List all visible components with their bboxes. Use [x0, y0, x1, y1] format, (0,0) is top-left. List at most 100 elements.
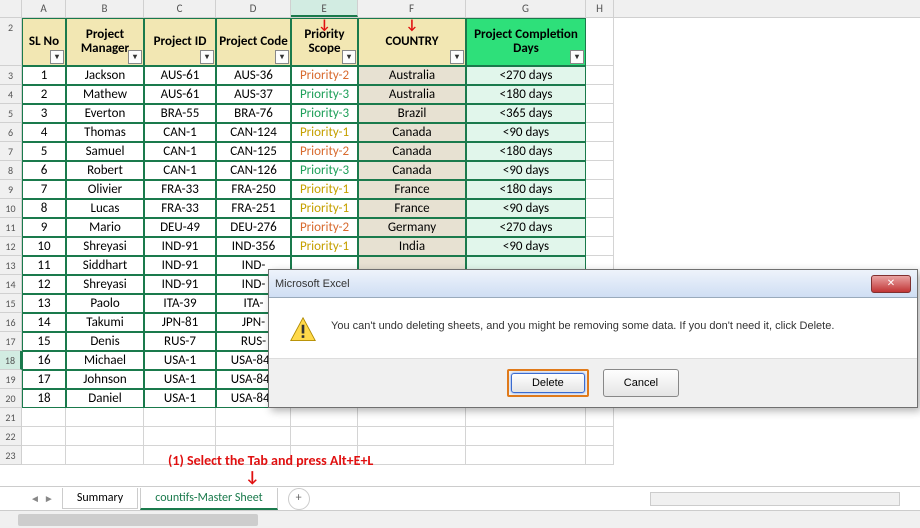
filter-button[interactable]: ▾ [450, 50, 464, 64]
row-header[interactable]: 14 [0, 275, 22, 294]
cell[interactable]: Shreyasi [66, 275, 144, 294]
cell[interactable] [22, 427, 66, 446]
row-header[interactable]: 8 [0, 161, 22, 180]
table-header-C[interactable]: Project ID▾ [144, 18, 216, 66]
cell[interactable]: Priority-2 [291, 218, 358, 237]
cell[interactable]: <180 days [466, 85, 586, 104]
cell[interactable]: Olivier [66, 180, 144, 199]
cell[interactable]: Priority-1 [291, 180, 358, 199]
cell[interactable] [586, 142, 614, 161]
cell[interactable]: Priority-3 [291, 161, 358, 180]
select-all-corner[interactable] [0, 0, 22, 17]
cell[interactable] [144, 427, 216, 446]
cell[interactable]: Daniel [66, 389, 144, 408]
filter-button[interactable]: ▾ [342, 50, 356, 64]
row-header[interactable]: 21 [0, 408, 22, 427]
col-header-A[interactable]: A [22, 0, 66, 17]
cell[interactable] [586, 85, 614, 104]
cell[interactable] [586, 180, 614, 199]
row-header[interactable]: 18 [0, 351, 22, 370]
cell[interactable]: Canada [358, 161, 466, 180]
cell[interactable]: USA-1 [144, 370, 216, 389]
cell[interactable]: Robert [66, 161, 144, 180]
cell[interactable]: Jackson [66, 66, 144, 85]
col-header-H[interactable]: H [586, 0, 614, 17]
scrollbar-thumb[interactable] [18, 514, 258, 526]
cell[interactable] [466, 427, 586, 446]
cell[interactable]: Thomas [66, 123, 144, 142]
row-header[interactable]: 15 [0, 294, 22, 313]
cell[interactable]: Priority-2 [291, 142, 358, 161]
filter-button[interactable]: ▾ [570, 50, 584, 64]
cell[interactable]: Priority-1 [291, 237, 358, 256]
cell[interactable]: IND-356 [216, 237, 291, 256]
cell[interactable]: 15 [22, 332, 66, 351]
cell[interactable] [66, 408, 144, 427]
cell[interactable] [586, 123, 614, 142]
sheet-tab-countifs-master[interactable]: countifs-Master Sheet [140, 488, 277, 510]
table-header-G[interactable]: Project Completion Days▾ [466, 18, 586, 66]
cell[interactable]: Mathew [66, 85, 144, 104]
row-header[interactable]: 2 [0, 18, 22, 66]
cell[interactable]: <180 days [466, 180, 586, 199]
cell[interactable] [291, 408, 358, 427]
cell[interactable]: <270 days [466, 66, 586, 85]
horizontal-scrollbar[interactable] [0, 510, 920, 528]
cell[interactable]: 18 [22, 389, 66, 408]
cell[interactable]: Denis [66, 332, 144, 351]
cell[interactable]: ITA-39 [144, 294, 216, 313]
cell[interactable] [66, 427, 144, 446]
cell[interactable]: FRA-33 [144, 199, 216, 218]
table-header-D[interactable]: Project Code▾ [216, 18, 291, 66]
cell[interactable]: IND-91 [144, 275, 216, 294]
cell[interactable]: Paolo [66, 294, 144, 313]
cell[interactable]: FRA-250 [216, 180, 291, 199]
col-header-B[interactable]: B [66, 0, 144, 17]
row-header[interactable]: 11 [0, 218, 22, 237]
cell[interactable]: <90 days [466, 123, 586, 142]
row-header[interactable]: 12 [0, 237, 22, 256]
cell[interactable]: Everton [66, 104, 144, 123]
cell[interactable]: Mario [66, 218, 144, 237]
cell[interactable] [358, 427, 466, 446]
cell[interactable]: CAN-125 [216, 142, 291, 161]
cell[interactable]: 11 [22, 256, 66, 275]
cell[interactable]: RUS-7 [144, 332, 216, 351]
cell[interactable] [358, 446, 466, 465]
cell[interactable]: 12 [22, 275, 66, 294]
cell[interactable]: 10 [22, 237, 66, 256]
col-header-F[interactable]: F [358, 0, 466, 17]
cell[interactable] [144, 408, 216, 427]
cell[interactable]: Siddhart [66, 256, 144, 275]
col-header-C[interactable]: C [144, 0, 216, 17]
cell[interactable]: Priority-3 [291, 104, 358, 123]
cell[interactable]: 14 [22, 313, 66, 332]
cell[interactable]: Shreyasi [66, 237, 144, 256]
filter-button[interactable]: ▾ [128, 50, 142, 64]
cell[interactable]: BRA-76 [216, 104, 291, 123]
row-header[interactable]: 4 [0, 85, 22, 104]
cell[interactable] [586, 161, 614, 180]
table-header-E[interactable]: Priority Scope▾↓ [291, 18, 358, 66]
row-header[interactable]: 7 [0, 142, 22, 161]
cell[interactable]: <90 days [466, 237, 586, 256]
dialog-titlebar[interactable]: Microsoft Excel ✕ [269, 270, 917, 298]
cell[interactable]: Priority-2 [291, 66, 358, 85]
cell[interactable]: Brazil [358, 104, 466, 123]
cell[interactable]: CAN-124 [216, 123, 291, 142]
table-header-A[interactable]: SL No▾ [22, 18, 66, 66]
cell[interactable] [586, 408, 614, 427]
cell[interactable]: 16 [22, 351, 66, 370]
cell[interactable]: IND-91 [144, 237, 216, 256]
cell[interactable] [586, 427, 614, 446]
cell[interactable]: France [358, 180, 466, 199]
cell[interactable]: Priority-1 [291, 199, 358, 218]
table-header-B[interactable]: Project Manager▾ [66, 18, 144, 66]
cell[interactable]: AUS-36 [216, 66, 291, 85]
delete-button[interactable]: Delete [511, 373, 585, 393]
col-header-E[interactable]: E [291, 0, 358, 17]
cell[interactable]: 2 [22, 85, 66, 104]
row-header[interactable]: 13 [0, 256, 22, 275]
cell[interactable]: Lucas [66, 199, 144, 218]
cell[interactable]: Takumi [66, 313, 144, 332]
